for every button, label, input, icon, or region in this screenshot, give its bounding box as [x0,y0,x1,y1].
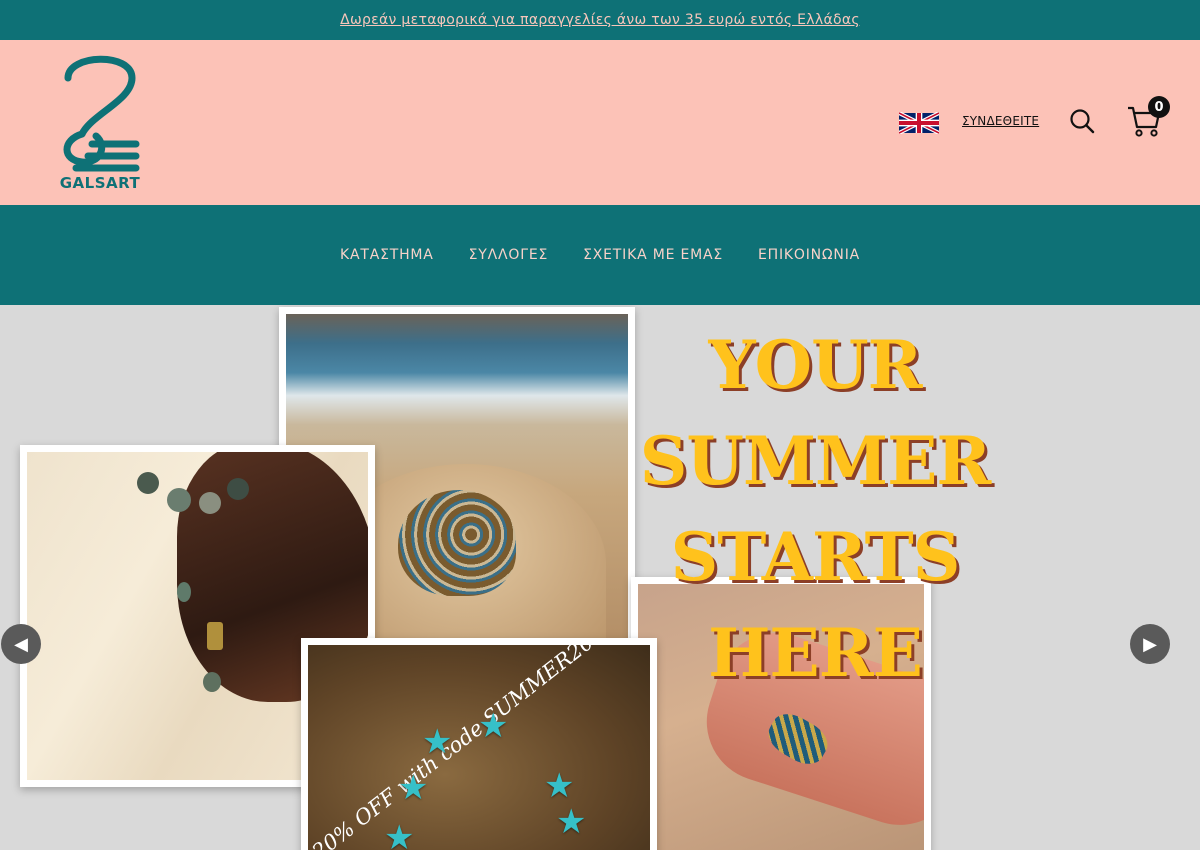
slider-prev-button[interactable]: ◀ [1,624,41,664]
nav-item-about[interactable]: ΣΧΕΤΙΚΑ ΜΕ ΕΜΑΣ [583,247,723,263]
headline-line: SUMMER [639,422,992,500]
uk-flag-icon[interactable] [898,111,940,135]
starfish-icon: ★ [422,723,453,761]
headline-line: YOUR [708,326,922,404]
search-icon[interactable] [1069,108,1095,134]
starfish-icon: ★ [384,819,415,850]
hero-headline: YOUR SUMMER STARTS HERE [630,317,1000,701]
nav-item-collections[interactable]: ΣΥΛΛΟΓΕΣ [469,247,548,263]
starfish-icon: ★ [398,769,429,807]
cart-count-badge: 0 [1148,96,1170,118]
announcement-link[interactable]: Δωρεάν μεταφορικά για παραγγελίες άνω τω… [340,12,860,28]
starfish-icon: ★ [556,803,587,841]
login-link[interactable]: ΣΥΝΔΕΘΕΙΤΕ [962,114,1039,128]
bead [203,672,221,692]
pendant [207,622,223,650]
slider-next-button[interactable]: ▶ [1130,624,1170,664]
logo-mark-icon [63,55,140,172]
chevron-right-icon: ▶ [1143,633,1157,655]
shell-jewelry-shape [398,490,516,596]
promo-text: 20% OFF with code SUMMER20 [308,645,598,850]
headline-line: STARTS [670,518,961,596]
nav-item-shop[interactable]: ΚΑΤΑΣΤΗΜΑ [340,247,434,263]
logo[interactable]: GALSART [52,48,148,196]
nav-item-contact[interactable]: ΕΠΙΚΟΙΝΩΝΙΑ [758,247,860,263]
announcement-bar: Δωρεάν μεταφορικά για παραγγελίες άνω τω… [0,0,1200,40]
starfish-icon: ★ [478,707,509,745]
main-nav: ΚΑΤΑΣΤΗΜΑ ΣΥΛΛΟΓΕΣ ΣΧΕΤΙΚΑ ΜΕ ΕΜΑΣ ΕΠΙΚΟ… [0,205,1200,305]
bead [137,472,159,494]
chevron-left-icon: ◀ [14,633,28,655]
hero-slider: 20% OFF with code SUMMER20 ★ ★ ★ ★ ★ ★ Y… [0,305,1200,850]
starfish-bracelet-photo: 20% OFF with code SUMMER20 ★ ★ ★ ★ ★ ★ [301,638,657,850]
site-header: GALSART ΣΥΝΔΕΘΕΙΤΕ 0 [0,40,1200,205]
bead [177,582,191,602]
bead [167,488,191,512]
logo-text: GALSART [59,174,141,192]
bead [227,478,249,500]
headline-line: HERE [708,614,923,692]
starfish-icon: ★ [544,767,575,805]
bead [199,492,221,514]
